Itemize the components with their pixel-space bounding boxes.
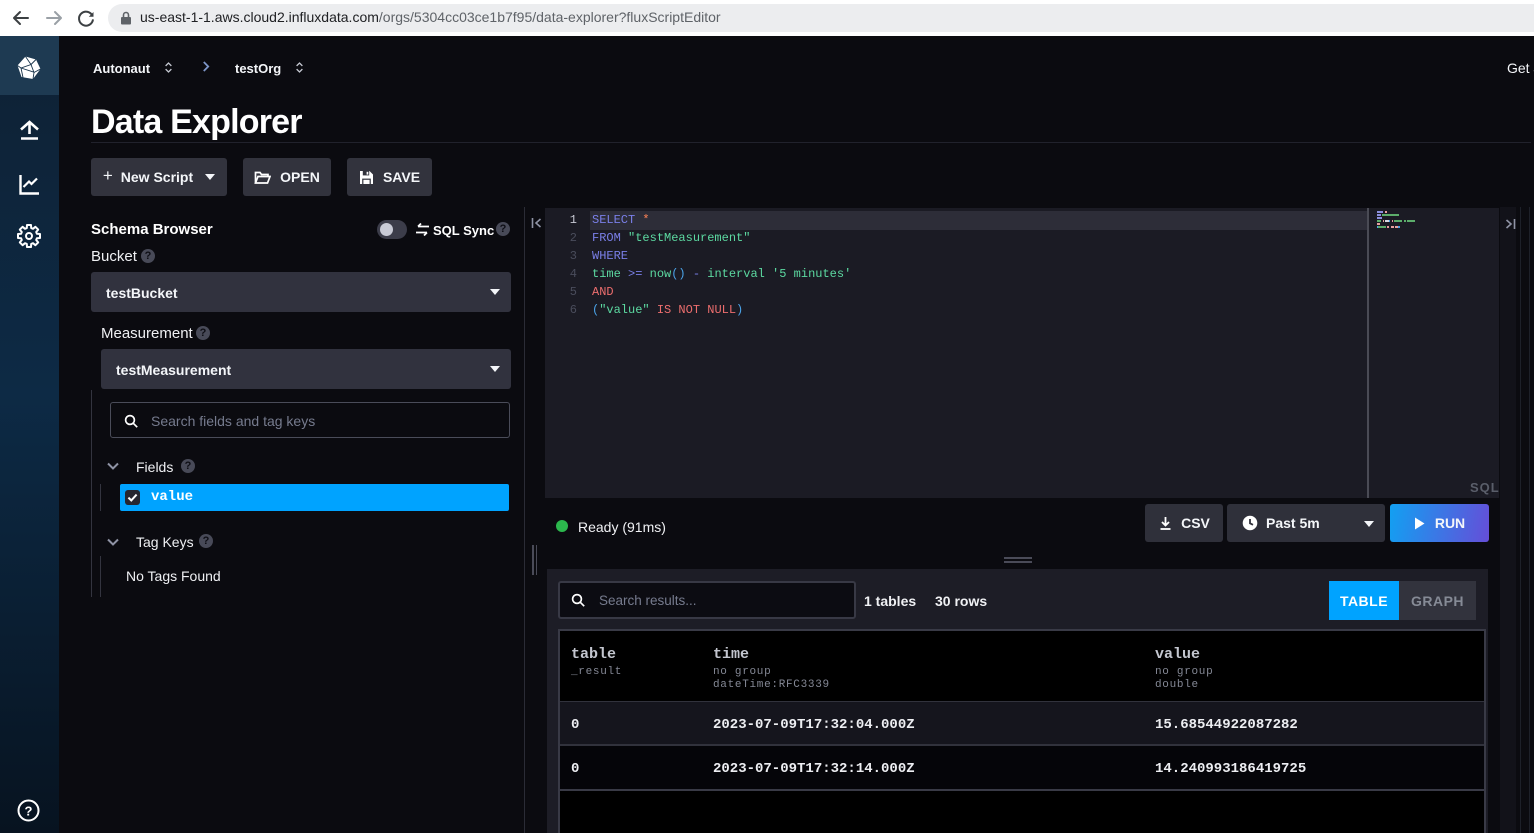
svg-text:?: ?: [25, 803, 33, 818]
